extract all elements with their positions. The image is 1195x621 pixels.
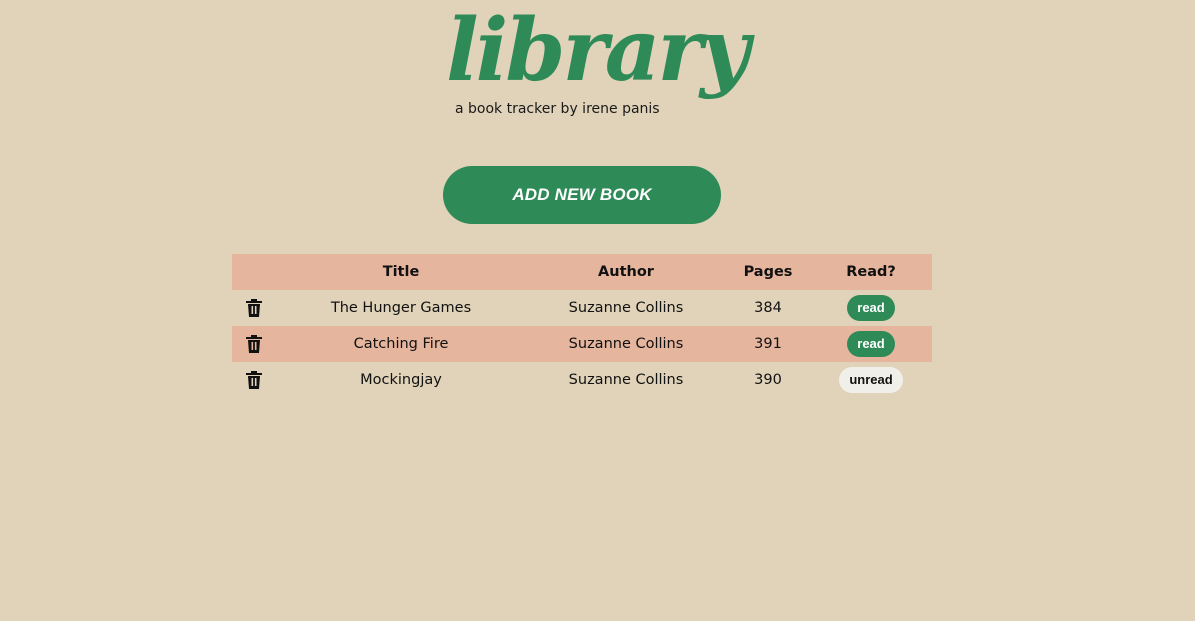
book-pages: 390: [754, 372, 782, 388]
read-status-cell: unread: [810, 362, 932, 398]
trash-icon[interactable]: [246, 371, 262, 389]
column-header-author: Author: [598, 264, 654, 280]
table-header-row: Title Author Pages Read?: [232, 254, 932, 290]
table-row: Catching Fire Suzanne Collins 391 read: [232, 326, 932, 362]
book-title: Mockingjay: [360, 372, 442, 388]
read-status-toggle[interactable]: unread: [839, 367, 903, 393]
book-author: Suzanne Collins: [568, 372, 684, 388]
book-author: Suzanne Collins: [568, 300, 684, 316]
read-status-toggle[interactable]: read: [847, 295, 895, 321]
app-subtitle: a book tracker by irene panis: [455, 101, 660, 117]
book-title: The Hunger Games: [330, 300, 472, 316]
delete-cell: [232, 290, 276, 326]
header: library a book tracker by irene panis: [440, 8, 750, 134]
trash-icon[interactable]: [246, 335, 262, 353]
column-header-read: Read?: [846, 264, 896, 280]
book-title: Catching Fire: [353, 336, 449, 352]
delete-cell: [232, 362, 276, 398]
book-pages: 384: [754, 300, 782, 316]
book-author: Suzanne Collins: [568, 336, 684, 352]
column-header-title: Title: [382, 264, 420, 280]
read-status-toggle[interactable]: read: [847, 331, 895, 357]
app-logo-title: library: [446, 0, 750, 101]
column-header-delete: [232, 254, 276, 290]
trash-icon[interactable]: [246, 299, 262, 317]
delete-cell: [232, 326, 276, 362]
book-pages: 391: [754, 336, 782, 352]
read-status-cell: read: [810, 326, 932, 362]
table-row: Mockingjay Suzanne Collins 390 unread: [232, 362, 932, 398]
add-new-book-button[interactable]: ADD NEW BOOK: [443, 166, 721, 224]
books-table: Title Author Pages Read? The Hunger Game…: [232, 254, 932, 398]
column-header-pages: Pages: [743, 264, 793, 280]
table-row: The Hunger Games Suzanne Collins 384 rea…: [232, 290, 932, 326]
read-status-cell: read: [810, 290, 932, 326]
